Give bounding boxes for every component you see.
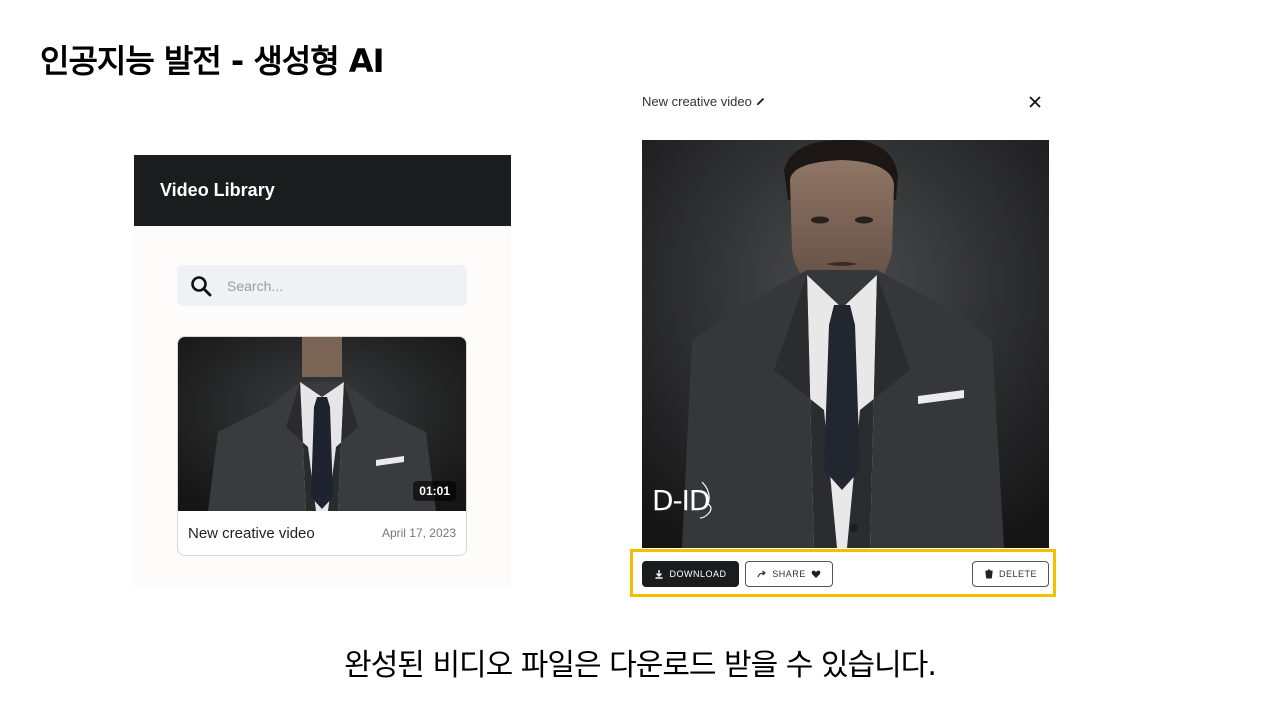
video-library-panel: Video Library Search... 01:01 New creati… (134, 155, 511, 588)
video-thumbnail[interactable]: 01:01 (178, 337, 466, 511)
delete-button[interactable]: DELETE (972, 561, 1049, 587)
preview-title[interactable]: New creative video (642, 94, 766, 109)
search-icon (191, 275, 212, 296)
share-icon (757, 570, 767, 578)
video-card[interactable]: 01:01 New creative video April 17, 2023 (177, 336, 467, 556)
preview-title-text: New creative video (642, 94, 752, 109)
did-watermark: D-ID (652, 478, 712, 526)
download-icon (655, 570, 663, 579)
video-player[interactable]: D-ID (642, 140, 1049, 548)
video-duration: 01:01 (413, 481, 456, 501)
heart-icon (811, 570, 821, 578)
share-label: SHARE (772, 569, 806, 579)
search-box[interactable] (177, 265, 467, 306)
pencil-icon[interactable] (755, 96, 766, 107)
card-meta: New creative video April 17, 2023 (178, 511, 466, 555)
share-button[interactable]: SHARE (745, 561, 833, 587)
card-date: April 17, 2023 (381, 526, 456, 540)
card-title: New creative video (188, 524, 315, 542)
library-title: Video Library (160, 180, 275, 200)
download-button[interactable]: DOWNLOAD (642, 561, 739, 587)
download-label: DOWNLOAD (669, 569, 727, 579)
search-input[interactable] (225, 276, 449, 295)
trash-icon (985, 569, 993, 579)
close-icon[interactable] (1026, 93, 1044, 111)
did-logo: D-ID (652, 481, 712, 519)
delete-label: DELETE (998, 569, 1037, 579)
slide-caption: 완성된 비디오 파일은 다운로드 받을 수 있습니다. (344, 648, 937, 683)
slide-title: 인공지능 발전 - 생성형 AI (40, 42, 384, 80)
svg-text:D-ID: D-ID (652, 484, 709, 517)
library-header: Video Library (134, 155, 511, 226)
